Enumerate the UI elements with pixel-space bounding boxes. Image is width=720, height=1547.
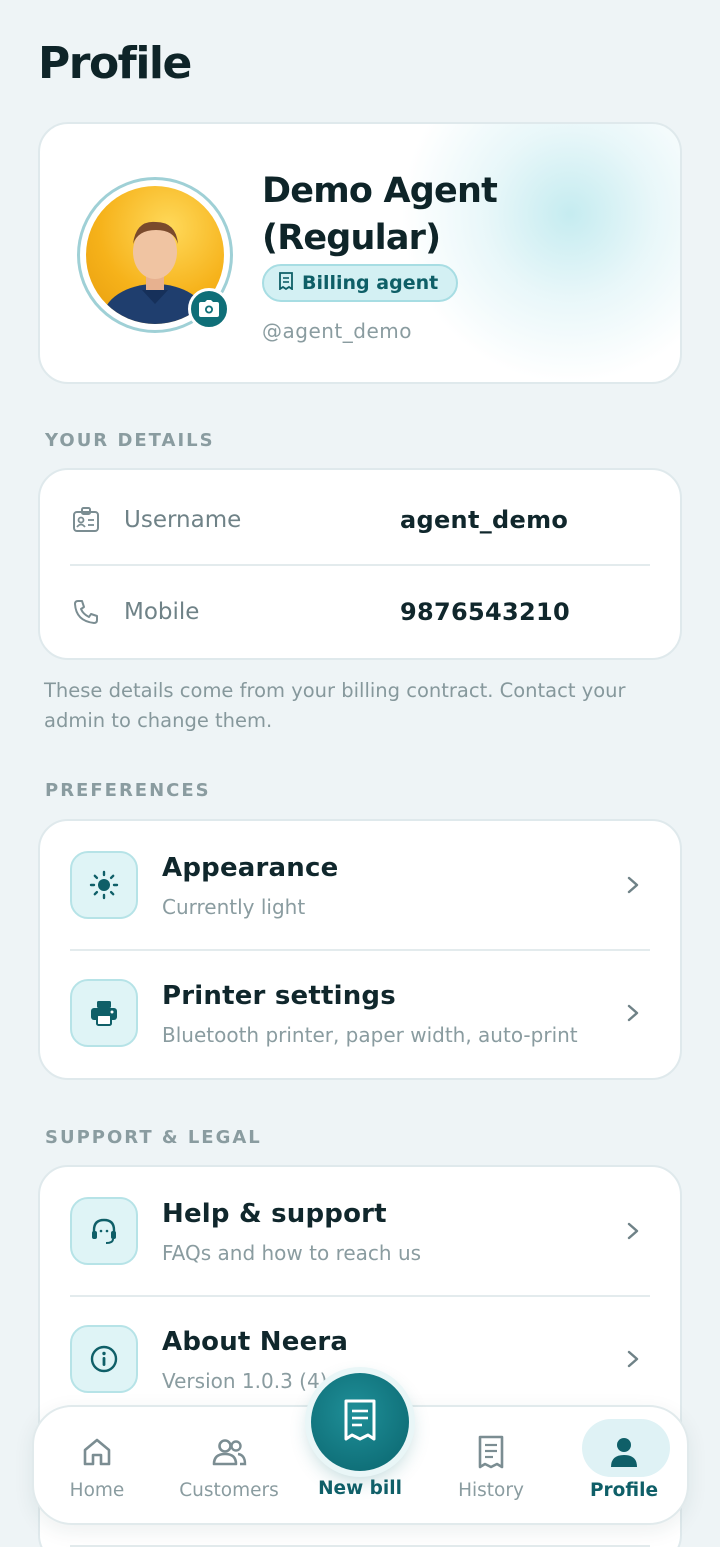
username-handle: @agent_demo <box>262 319 412 343</box>
profile-card: Demo Agent (Regular) Billing agent @agen… <box>38 122 682 384</box>
tab-history[interactable]: History <box>426 1407 556 1523</box>
chevron-right-icon <box>627 1004 639 1022</box>
new-bill-label[interactable]: New bill <box>300 1478 420 1499</box>
chevron-right-icon <box>627 1350 639 1368</box>
receipt-icon <box>278 271 294 295</box>
camera-icon[interactable] <box>188 288 230 330</box>
detail-row-username: Username agent_demo <box>40 474 680 566</box>
menu-item-subtitle: Currently light <box>162 895 306 919</box>
role-label: Billing agent <box>302 272 439 294</box>
details-card: Username agent_demo Mobile 9876543210 <box>38 468 682 660</box>
menu-item-title: About Neera <box>162 1327 349 1357</box>
section-label-support: SUPPORT & LEGAL <box>45 1127 262 1148</box>
home-icon <box>79 1434 115 1470</box>
info-icon <box>70 1325 138 1393</box>
menu-item-title: Printer settings <box>162 981 396 1011</box>
phone-icon <box>70 596 102 628</box>
tab-home[interactable]: Home <box>32 1407 162 1523</box>
tab-label: History <box>458 1480 524 1501</box>
detail-value: 9876543210 <box>400 598 570 626</box>
customers-icon <box>211 1434 247 1470</box>
tab-profile[interactable]: Profile <box>559 1407 689 1523</box>
tab-label: Home <box>69 1480 125 1501</box>
tab-label: Customers <box>179 1480 279 1501</box>
detail-label: Mobile <box>124 599 200 625</box>
detail-row-mobile: Mobile 9876543210 <box>40 566 680 658</box>
section-label-preferences: PREFERENCES <box>45 780 211 801</box>
menu-item-printer-settings[interactable]: Printer settings Bluetooth printer, pape… <box>40 949 680 1075</box>
sun-icon <box>70 851 138 919</box>
chevron-right-icon <box>627 1222 639 1240</box>
history-icon <box>473 1434 509 1470</box>
profile-icon <box>606 1434 642 1470</box>
menu-item-help-support[interactable]: Help & support FAQs and how to reach us <box>40 1167 680 1293</box>
details-note: These details come from your billing con… <box>44 679 626 732</box>
printer-icon <box>70 979 138 1047</box>
detail-label: Username <box>124 507 242 533</box>
chevron-right-icon <box>627 876 639 894</box>
role-badge: Billing agent <box>262 264 459 302</box>
page-title: Profile <box>38 38 192 89</box>
tab-label: Profile <box>590 1480 658 1501</box>
detail-value: agent_demo <box>400 506 569 534</box>
menu-item-appearance[interactable]: Appearance Currently light <box>40 821 680 947</box>
menu-item-subtitle: Version 1.0.3 (4) <box>162 1369 328 1393</box>
section-label-details: YOUR DETAILS <box>45 430 215 451</box>
id-card-icon <box>70 504 102 536</box>
menu-item-title: Help & support <box>162 1199 387 1229</box>
headset-icon <box>70 1197 138 1265</box>
tab-customers[interactable]: Customers <box>164 1407 294 1523</box>
menu-item-subtitle: Bluetooth printer, paper width, auto-pri… <box>162 1023 578 1047</box>
receipt-icon <box>340 1398 380 1446</box>
new-bill-button[interactable] <box>311 1373 409 1471</box>
menu-item-title: Appearance <box>162 853 339 883</box>
agent-name: Demo Agent (Regular) <box>262 171 498 258</box>
preferences-card: Appearance Currently light Printer setti… <box>38 819 682 1080</box>
menu-item-subtitle: FAQs and how to reach us <box>162 1241 422 1265</box>
